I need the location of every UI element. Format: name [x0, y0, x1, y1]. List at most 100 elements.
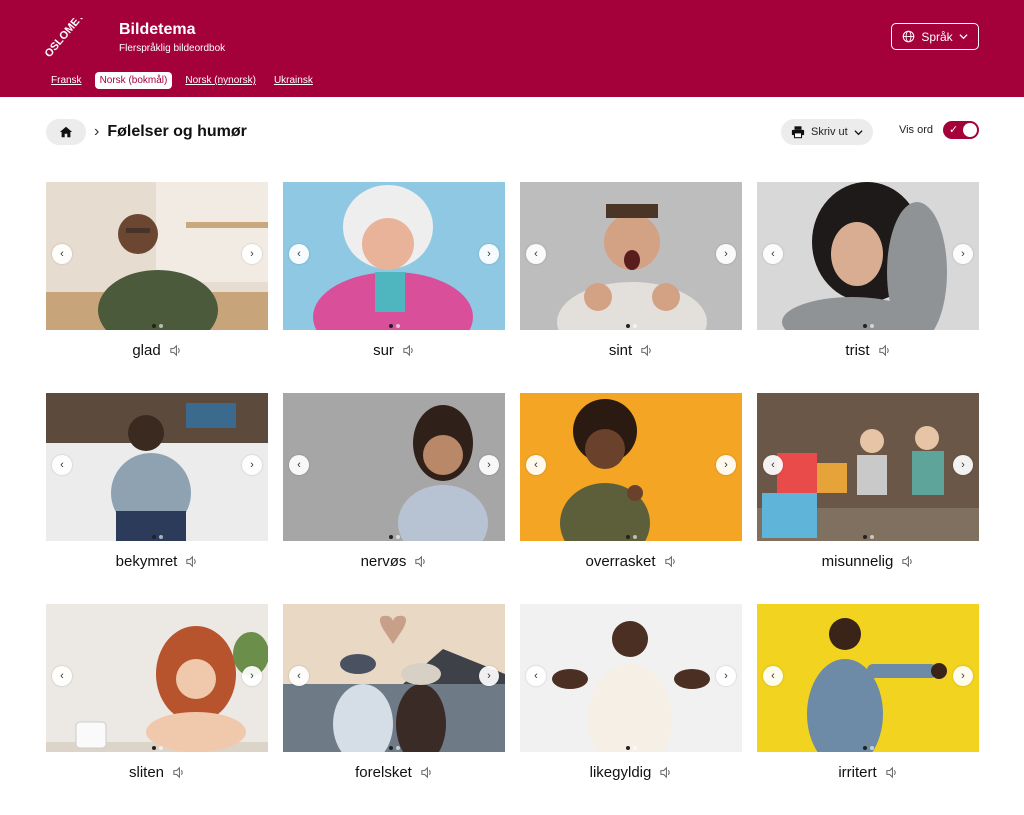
language-tab-ukrainsk[interactable]: Ukrainsk: [269, 72, 318, 89]
previous-image-button[interactable]: ‹: [526, 244, 546, 264]
word-image[interactable]: ‹ ›: [46, 393, 268, 541]
app-title: Bildetema: [119, 21, 196, 38]
word-card[interactable]: ‹ › forelsket: [283, 604, 505, 815]
word-caption: forelsket: [283, 752, 505, 792]
image-dots: [46, 324, 268, 328]
word-image[interactable]: ‹ ›: [520, 393, 742, 541]
word-label: forelsket: [355, 763, 412, 781]
photo-sour-woman: [283, 182, 505, 330]
word-card[interactable]: ‹ › bekymret: [46, 393, 268, 604]
word-image[interactable]: ‹ ›: [283, 393, 505, 541]
next-image-button[interactable]: ›: [479, 244, 499, 264]
show-words-label: Vis ord: [898, 124, 933, 136]
next-image-button[interactable]: ›: [242, 455, 262, 475]
chevron-down-icon: [854, 129, 863, 135]
speaker-icon[interactable]: [901, 555, 914, 568]
word-image[interactable]: ‹ ›: [283, 182, 505, 330]
print-button[interactable]: Skriv ut: [781, 119, 873, 145]
next-image-button[interactable]: ›: [479, 666, 499, 686]
home-button[interactable]: [46, 119, 86, 145]
speaker-icon[interactable]: [659, 766, 672, 779]
word-caption: sint: [520, 330, 742, 370]
word-image[interactable]: ‹ ›: [757, 393, 979, 541]
oslomet-logo[interactable]: OSLOMET: [40, 18, 106, 64]
speaker-icon[interactable]: [402, 344, 415, 357]
word-label: glad: [132, 341, 161, 359]
word-caption: irritert: [757, 752, 979, 792]
word-card[interactable]: ‹ › trist: [757, 182, 979, 393]
image-dots: [520, 746, 742, 750]
word-image[interactable]: ‹ ›: [46, 182, 268, 330]
previous-image-button[interactable]: ‹: [526, 666, 546, 686]
word-card[interactable]: ‹ › nervøs: [283, 393, 505, 604]
word-card[interactable]: ‹ › overrasket: [520, 393, 742, 604]
show-words-toggle[interactable]: ✓: [943, 121, 979, 139]
word-card[interactable]: ‹ › misunnelig: [757, 393, 979, 604]
photo-tired-woman: [46, 604, 268, 752]
image-dots: [46, 746, 268, 750]
word-card[interactable]: ‹ › sliten: [46, 604, 268, 815]
speaker-icon[interactable]: [885, 766, 898, 779]
speaker-icon[interactable]: [878, 344, 891, 357]
word-caption: nervøs: [283, 541, 505, 581]
speaker-icon[interactable]: [664, 555, 677, 568]
home-icon: [59, 126, 73, 138]
image-dots: [757, 746, 979, 750]
speaker-icon[interactable]: [185, 555, 198, 568]
next-image-button[interactable]: ›: [716, 455, 736, 475]
word-image[interactable]: ‹ ›: [520, 182, 742, 330]
word-label: sliten: [128, 763, 165, 781]
word-card[interactable]: ‹ › glad: [46, 182, 268, 393]
previous-image-button[interactable]: ‹: [52, 244, 72, 264]
next-image-button[interactable]: ›: [716, 244, 736, 264]
speaker-icon[interactable]: [414, 555, 427, 568]
photo-worried-woman-on-sofa: [46, 393, 268, 541]
previous-image-button[interactable]: ‹: [763, 455, 783, 475]
next-image-button[interactable]: ›: [953, 455, 973, 475]
previous-image-button[interactable]: ‹: [763, 666, 783, 686]
breadcrumb: › Følelser og humør: [46, 119, 247, 145]
image-dots: [283, 535, 505, 539]
language-tab-norsk-nynorsk[interactable]: Norsk (nynorsk): [180, 72, 261, 89]
speaker-icon[interactable]: [420, 766, 433, 779]
word-image[interactable]: ‹ ›: [46, 604, 268, 752]
previous-image-button[interactable]: ‹: [289, 455, 309, 475]
word-card[interactable]: ‹ › likegyldig: [520, 604, 742, 815]
language-tab-norsk-bokmal[interactable]: Norsk (bokmål): [94, 72, 173, 89]
image-dots: [520, 535, 742, 539]
next-image-button[interactable]: ›: [242, 244, 262, 264]
previous-image-button[interactable]: ‹: [526, 455, 546, 475]
word-card[interactable]: ‹ › sur: [283, 182, 505, 393]
word-label: overrasket: [585, 552, 656, 570]
previous-image-button[interactable]: ‹: [763, 244, 783, 264]
word-card[interactable]: ‹ › irritert: [757, 604, 979, 815]
next-image-button[interactable]: ›: [479, 455, 499, 475]
globe-icon: [903, 30, 915, 43]
word-image[interactable]: ‹ ›: [283, 604, 505, 752]
word-image[interactable]: ‹ ›: [757, 182, 979, 330]
speaker-icon[interactable]: [169, 344, 182, 357]
previous-image-button[interactable]: ‹: [289, 666, 309, 686]
word-image[interactable]: ‹ ›: [520, 604, 742, 752]
chevron-down-icon: [959, 34, 968, 40]
toggle-knob: [963, 123, 977, 137]
app-header: OSLOMET Bildetema Flerspråklig bildeordb…: [0, 0, 1024, 97]
speaker-icon[interactable]: [640, 344, 653, 357]
word-card[interactable]: ‹ › sint: [520, 182, 742, 393]
word-caption: sur: [283, 330, 505, 370]
language-tab-fransk[interactable]: Fransk: [46, 72, 87, 89]
toolbar: › Følelser og humør Skriv ut Vis ord ✓: [0, 97, 1024, 167]
word-image[interactable]: ‹ ›: [757, 604, 979, 752]
next-image-button[interactable]: ›: [242, 666, 262, 686]
next-image-button[interactable]: ›: [953, 244, 973, 264]
word-caption: sliten: [46, 752, 268, 792]
speaker-icon[interactable]: [172, 766, 185, 779]
image-dots: [46, 535, 268, 539]
previous-image-button[interactable]: ‹: [52, 666, 72, 686]
previous-image-button[interactable]: ‹: [289, 244, 309, 264]
photo-irritated-man-checking-watch: [757, 604, 979, 752]
next-image-button[interactable]: ›: [953, 666, 973, 686]
language-button[interactable]: Språk: [891, 23, 979, 50]
next-image-button[interactable]: ›: [716, 666, 736, 686]
previous-image-button[interactable]: ‹: [52, 455, 72, 475]
